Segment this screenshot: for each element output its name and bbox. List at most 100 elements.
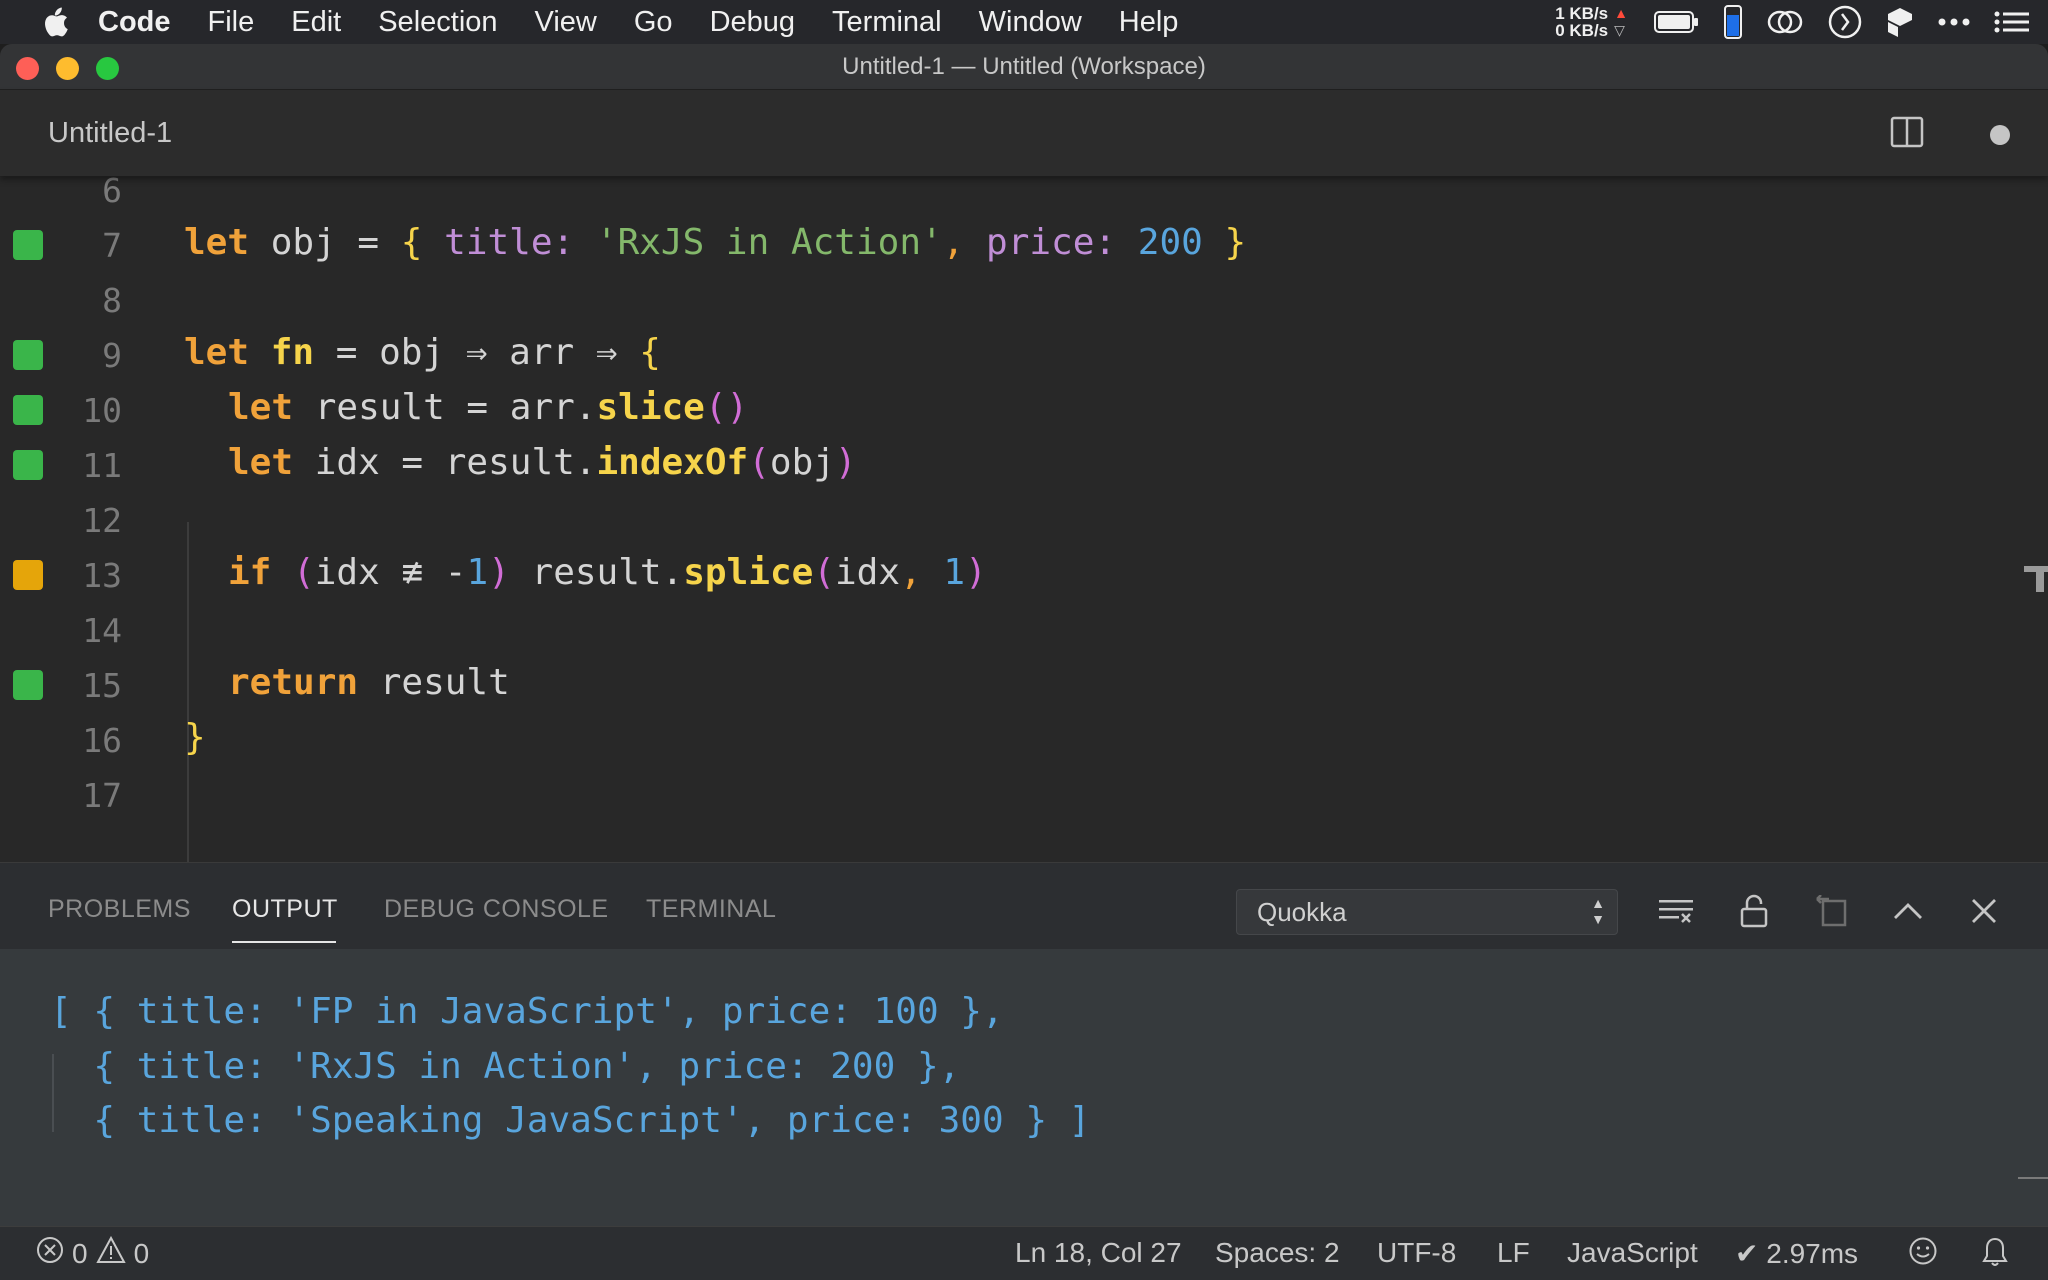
feedback-smiley-icon[interactable]: [1908, 1236, 1938, 1273]
net-upload-speed: 1 KB/s: [1555, 4, 1609, 23]
close-panel-icon[interactable]: [1966, 893, 2002, 929]
code-token: -: [423, 552, 467, 593]
coverage-marker-green: [13, 450, 43, 480]
window-title: Untitled-1 — Untitled (Workspace): [842, 52, 1206, 80]
code-token: fn: [270, 332, 315, 373]
output-line: { title: 'Speaking JavaScript', price: 3…: [50, 1100, 1091, 1141]
line-number: 11: [82, 446, 122, 485]
code-token: arr: [509, 332, 575, 373]
active-tab-indicator: [232, 941, 336, 943]
menu-go[interactable]: Go: [634, 6, 673, 39]
code-token: }: [184, 717, 206, 758]
overview-ruler-mark: [2036, 566, 2044, 592]
notification-list-icon[interactable]: [1994, 11, 2030, 33]
notifications-bell-icon[interactable]: [1981, 1236, 2009, 1275]
creative-cloud-icon[interactable]: [1766, 9, 1804, 35]
output-line: { title: 'RxJS in Action', price: 200 },: [50, 1046, 961, 1087]
lock-scroll-icon[interactable]: [1736, 893, 1772, 929]
code-token: obj: [379, 332, 445, 373]
cursor-position[interactable]: Ln 18, Col 27: [1015, 1237, 1182, 1269]
tab-debug-console[interactable]: DEBUG CONSOLE: [384, 895, 609, 924]
clock-icon[interactable]: [1828, 5, 1862, 39]
line-number: 12: [82, 501, 122, 540]
menu-file[interactable]: File: [208, 6, 255, 39]
unsaved-changes-dot-icon[interactable]: [1990, 125, 2010, 145]
maximize-window-button[interactable]: [96, 57, 119, 80]
code-token: return: [228, 662, 359, 703]
minimize-window-button[interactable]: [56, 57, 79, 80]
problems-summary[interactable]: 0 0: [36, 1235, 157, 1271]
code-token: }: [1224, 222, 1247, 263]
close-window-button[interactable]: [16, 57, 39, 80]
more-icon[interactable]: [1938, 18, 1970, 26]
coverage-marker-green: [13, 340, 43, 370]
code-token: obj: [769, 442, 835, 483]
status-bar: 0 0 Ln 18, Col 27 Spaces: 2 UTF-8 LF Jav…: [0, 1226, 2048, 1280]
coverage-marker-green: [13, 670, 43, 700]
language-mode[interactable]: JavaScript: [1567, 1237, 1698, 1269]
code-token: let: [228, 387, 294, 428]
code-token: (: [813, 552, 835, 593]
code-token: slice: [596, 387, 705, 428]
code-token: obj: [270, 222, 336, 263]
menu-edit[interactable]: Edit: [291, 6, 341, 39]
code-text: let result = arr.slice(): [228, 387, 748, 428]
bottom-panel: PROBLEMS OUTPUT DEBUG CONSOLE TERMINAL Q…: [0, 862, 2048, 1262]
editor-tab-bar: Untitled-1: [0, 90, 2048, 176]
code-token: let: [184, 332, 250, 373]
menu-terminal[interactable]: Terminal: [832, 6, 942, 39]
code-line: 14: [0, 603, 2048, 658]
code-text: let idx = result.indexOf(obj): [228, 442, 857, 483]
output-view[interactable]: [ { title: 'FP in JavaScript', price: 10…: [0, 949, 2048, 1227]
code-token: 'RxJS in Action': [595, 222, 943, 263]
window-controls: [16, 57, 136, 80]
code-token: 200: [1137, 222, 1203, 263]
menu-selection[interactable]: Selection: [378, 6, 497, 39]
code-line: 12: [0, 493, 2048, 548]
window-titlebar: Untitled-1 — Untitled (Workspace): [0, 44, 2048, 90]
encoding-setting[interactable]: UTF-8: [1377, 1237, 1456, 1269]
code-token: title: [444, 222, 553, 263]
error-icon: [36, 1236, 64, 1271]
code-editor[interactable]: 5 ]; 6 7 let obj = { title: 'RxJS in Act…: [0, 132, 2048, 862]
indentation-setting[interactable]: Spaces: 2: [1215, 1237, 1340, 1269]
menu-debug[interactable]: Debug: [710, 6, 795, 39]
code-token: :: [1094, 222, 1138, 263]
code-token: (: [293, 552, 315, 593]
error-count: 0: [72, 1237, 88, 1269]
clear-output-icon[interactable]: [1658, 893, 1694, 929]
phone-battery-icon[interactable]: [1724, 5, 1742, 39]
tab-output[interactable]: OUTPUT: [232, 895, 338, 924]
menu-app-code[interactable]: Code: [98, 6, 171, 39]
line-number: 10: [82, 391, 122, 430]
warning-count: 0: [133, 1237, 150, 1269]
box-icon[interactable]: [1886, 6, 1914, 38]
code-token: ≢: [401, 552, 424, 593]
line-number: 8: [102, 281, 122, 320]
split-editor-icon[interactable]: [1890, 116, 1924, 153]
output-channel-select[interactable]: Quokka ▲ ▼: [1236, 889, 1618, 935]
code-token: ,: [900, 552, 944, 593]
eol-setting[interactable]: LF: [1497, 1237, 1530, 1269]
line-number: 16: [82, 721, 122, 760]
menu-window[interactable]: Window: [979, 6, 1082, 39]
coverage-marker-green: [13, 395, 43, 425]
line-number: 17: [82, 776, 122, 815]
apple-icon[interactable]: [40, 7, 70, 37]
line-number: 7: [102, 226, 122, 265]
menu-help[interactable]: Help: [1119, 6, 1179, 39]
menu-view[interactable]: View: [535, 6, 597, 39]
coverage-marker-green: [13, 230, 43, 260]
code-line: 15 return result: [0, 658, 2048, 713]
code-line: 7 let obj = { title: 'RxJS in Action', p…: [0, 218, 2048, 273]
code-text: return result: [228, 662, 510, 703]
code-token: ,: [942, 222, 987, 263]
battery-icon[interactable]: [1654, 10, 1700, 34]
maximize-panel-icon[interactable]: [1890, 893, 1926, 929]
quokka-timing[interactable]: ✔ 2.97ms: [1735, 1237, 1858, 1270]
open-log-file-icon[interactable]: [1814, 893, 1850, 929]
tab-problems[interactable]: PROBLEMS: [48, 895, 191, 924]
tab-terminal[interactable]: TERMINAL: [646, 895, 776, 924]
tab-untitled-1[interactable]: Untitled-1: [48, 117, 172, 150]
network-speed[interactable]: 1 KB/s 0 KB/s: [1555, 5, 1608, 39]
